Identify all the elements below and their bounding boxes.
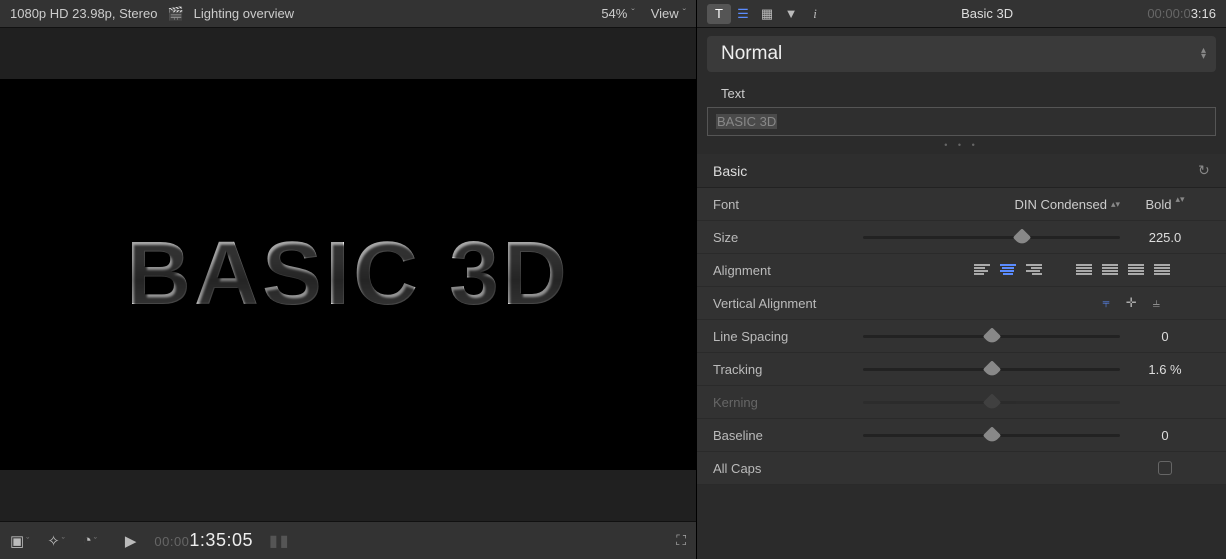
crop-tool-icon[interactable]: ▣ˇ: [10, 532, 29, 550]
viewer-bottombar: ▣ˇ ✧ˇ ◔ˇ ▶ 00:001:35:05 ▮▮ ⛶: [0, 521, 696, 559]
zoom-chevron-icon[interactable]: ˇ: [631, 8, 634, 19]
text-input-value: BASIC 3D: [716, 114, 777, 129]
baseline-slider[interactable]: [863, 434, 1120, 437]
row-alignment: Alignment: [697, 254, 1226, 287]
section-basic-header[interactable]: Basic ↺: [697, 154, 1226, 188]
tab-generator-icon[interactable]: ▼: [779, 4, 803, 24]
play-button[interactable]: ▶: [125, 532, 137, 550]
row-valign: Vertical Alignment ⫧ ✛ ⫨: [697, 287, 1226, 320]
valign-icons: ⫧ ✛ ⫨: [1102, 295, 1210, 311]
align-right-icon[interactable]: [1026, 264, 1042, 276]
linespacing-slider[interactable]: [863, 335, 1120, 338]
section-basic-label: Basic: [713, 163, 747, 179]
view-chevron-icon[interactable]: ˇ: [683, 8, 686, 19]
align-center-icon[interactable]: [1000, 264, 1016, 276]
updown-icon: ▴▾: [1175, 197, 1184, 212]
justify-left-icon[interactable]: [1076, 264, 1092, 276]
viewer-panel: 1080p HD 23.98p, Stereo 🎬 Lighting overv…: [0, 0, 696, 559]
align-left-icon[interactable]: [974, 264, 990, 276]
font-weight-value: Bold: [1145, 197, 1171, 212]
inspector-tabs: T ☰ ▦ ▼ i: [707, 4, 827, 24]
tab-info-icon[interactable]: i: [803, 4, 827, 24]
tracking-slider[interactable]: [863, 368, 1120, 371]
text-style-dropdown[interactable]: Normal ▴▾: [707, 36, 1216, 72]
retime-tool-icon[interactable]: ◔ˇ: [83, 532, 97, 549]
timecode-dim: 00:00: [154, 534, 189, 549]
updown-icon: ▴▾: [1111, 202, 1120, 207]
label-font: Font: [713, 197, 863, 212]
insp-tc-dim: 00:00:0: [1147, 6, 1190, 21]
view-menu[interactable]: View: [651, 6, 679, 21]
label-linespacing: Line Spacing: [713, 329, 863, 344]
label-size: Size: [713, 230, 863, 245]
effects-tool-icon[interactable]: ✧ˇ: [47, 532, 65, 550]
label-alignment: Alignment: [713, 263, 863, 278]
tab-video-icon[interactable]: ▦: [755, 4, 779, 24]
row-linespacing: Line Spacing 0: [697, 320, 1226, 353]
updown-icon: ▴▾: [1201, 48, 1206, 60]
row-kerning: Kerning: [697, 386, 1226, 419]
allcaps-checkbox[interactable]: [1158, 461, 1172, 475]
clip-name[interactable]: Lighting overview: [194, 6, 294, 21]
font-weight-dropdown[interactable]: Bold ▴▾: [1120, 197, 1210, 212]
label-baseline: Baseline: [713, 428, 863, 443]
size-value[interactable]: 225.0: [1120, 230, 1210, 245]
row-font: Font DIN Condensed ▴▾ Bold ▴▾: [697, 188, 1226, 221]
justify-center-icon[interactable]: [1102, 264, 1118, 276]
valign-bottom-icon[interactable]: ⫨: [1153, 295, 1160, 311]
text-input[interactable]: BASIC 3D: [707, 107, 1216, 136]
text-style-name: Normal: [721, 43, 782, 65]
timecode-bright: 1:35:05: [189, 530, 253, 550]
label-kerning: Kerning: [713, 395, 863, 410]
alignment-icons: [974, 264, 1210, 276]
viewer-topbar: 1080p HD 23.98p, Stereo 🎬 Lighting overv…: [0, 0, 696, 28]
clapboard-icon[interactable]: 🎬: [167, 6, 183, 22]
insp-tc-bright: 3:16: [1191, 6, 1216, 21]
audio-meter-icon: ▮▮: [269, 531, 291, 551]
justify-full-icon[interactable]: [1154, 264, 1170, 276]
inspector-timecode: 00:00:03:16: [1147, 6, 1216, 21]
inspector-title: Basic 3D: [827, 6, 1147, 21]
tab-text-icon[interactable]: T: [707, 4, 731, 24]
row-size: Size 225.0: [697, 221, 1226, 254]
tab-title-icon[interactable]: ☰: [731, 4, 755, 24]
justify-right-icon[interactable]: [1128, 264, 1144, 276]
label-valign: Vertical Alignment: [713, 296, 863, 311]
format-label: 1080p HD 23.98p, Stereo: [10, 6, 157, 21]
label-allcaps: All Caps: [713, 461, 863, 476]
valign-top-icon[interactable]: ⫧: [1102, 295, 1109, 311]
reset-icon[interactable]: ↺: [1198, 162, 1210, 179]
viewer-stage[interactable]: BASIC 3D: [0, 79, 696, 471]
text-section-label: Text: [697, 80, 1226, 107]
valign-middle-icon[interactable]: ✛: [1126, 295, 1137, 311]
row-baseline: Baseline 0: [697, 419, 1226, 452]
inspector-topbar: T ☰ ▦ ▼ i Basic 3D 00:00:03:16: [697, 0, 1226, 28]
font-family-value: DIN Condensed: [1014, 197, 1107, 212]
linespacing-value[interactable]: 0: [1120, 329, 1210, 344]
label-tracking: Tracking: [713, 362, 863, 377]
font-family-dropdown[interactable]: DIN Condensed ▴▾: [1014, 197, 1120, 212]
zoom-value[interactable]: 54%: [601, 6, 627, 21]
fullscreen-icon[interactable]: ⛶: [676, 532, 686, 549]
inspector-panel: T ☰ ▦ ▼ i Basic 3D 00:00:03:16 Normal ▴▾…: [696, 0, 1226, 559]
baseline-value[interactable]: 0: [1120, 428, 1210, 443]
size-slider[interactable]: [863, 236, 1120, 239]
kerning-slider: [863, 401, 1120, 404]
resize-handle-icon[interactable]: • • •: [697, 136, 1226, 154]
viewer-timecode[interactable]: 00:001:35:05: [154, 530, 253, 551]
row-tracking: Tracking 1.6 %: [697, 353, 1226, 386]
stage-text: BASIC 3D: [126, 223, 570, 326]
viewer-stage-wrap: BASIC 3D: [0, 28, 696, 521]
tracking-value[interactable]: 1.6 %: [1120, 362, 1210, 377]
row-allcaps: All Caps: [697, 452, 1226, 485]
